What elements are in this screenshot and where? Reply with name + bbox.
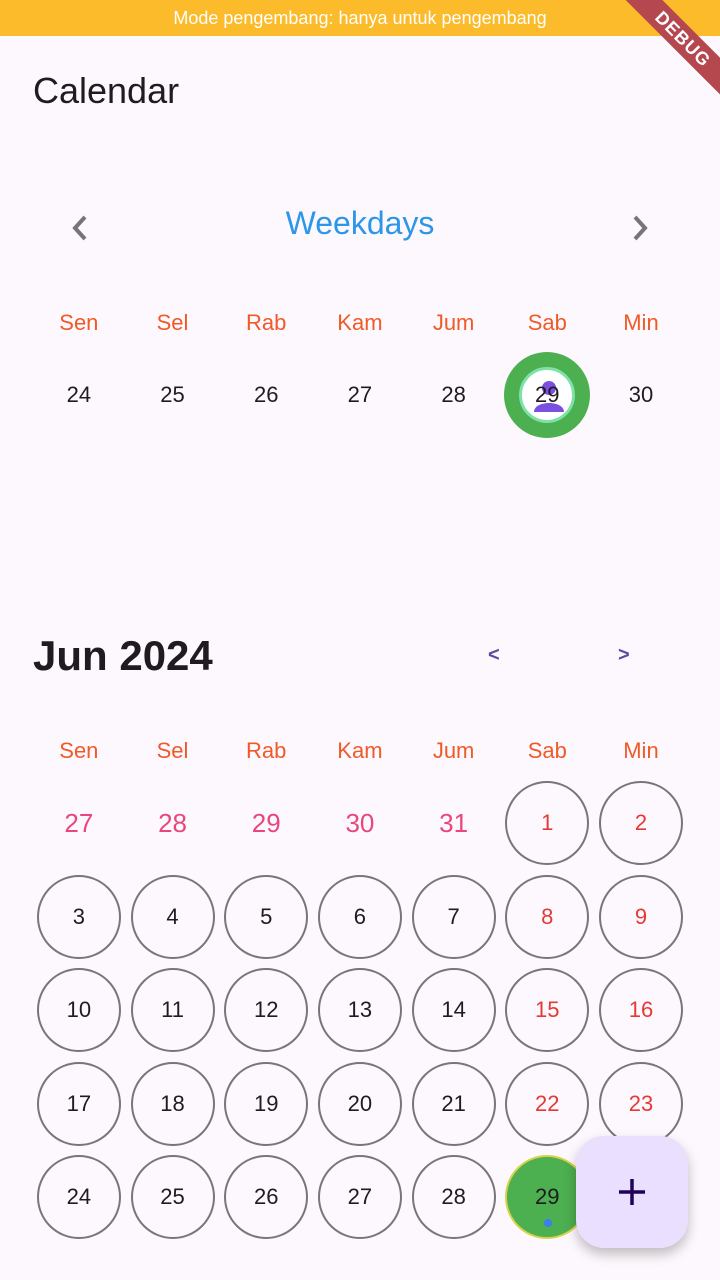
week-day[interactable]: 28 [407,348,501,442]
calendar-day[interactable]: 12 [224,968,309,1052]
week-dates: 24 25 26 27 28 29 30 [32,348,688,442]
calendar-day[interactable]: 24 [36,1155,121,1239]
month-week-row: 17 18 19 20 21 22 23 [32,1057,688,1151]
calendar-day[interactable]: 4 [130,875,215,959]
calendar-day[interactable]: 22 [505,1062,590,1146]
calendar-day[interactable]: 2 [598,781,683,865]
page-title: Calendar [33,70,180,111]
month-title: Jun 2024 [33,632,213,679]
calendar-day[interactable]: 23 [598,1062,683,1146]
calendar-day[interactable]: 6 [317,875,402,959]
calendar-day[interactable]: 1 [505,781,590,865]
calendar-day[interactable]: 19 [224,1062,309,1146]
event-dot [544,1219,553,1227]
month-week-row: 27 28 29 30 31 1 2 [32,776,688,870]
dev-mode-bar: Mode pengembang: hanya untuk pengembang [0,0,720,36]
add-button[interactable] [576,1136,688,1248]
calendar-day[interactable]: 11 [130,968,215,1052]
prev-month-day[interactable]: 27 [32,776,126,870]
selected-day-number: 29 [535,1184,560,1209]
month-week-row: 3 4 5 6 7 8 9 [32,870,688,964]
month-week-row: 10 11 12 13 14 15 16 [32,963,688,1057]
calendar-day[interactable]: 3 [36,875,121,959]
prev-month-day[interactable]: 29 [219,776,313,870]
week-day[interactable]: 27 [313,348,407,442]
week-next-button[interactable] [620,208,660,248]
week-day[interactable]: 24 [32,348,126,442]
calendar-day[interactable]: 13 [317,968,402,1052]
dev-mode-text: Mode pengembang: hanya untuk pengembang [173,7,547,28]
chevron-right-icon [633,215,648,241]
week-day-today[interactable]: 29 [500,348,594,442]
calendar-day[interactable]: 25 [130,1155,215,1239]
calendar-day[interactable]: 18 [130,1062,215,1146]
prev-month-day[interactable]: 31 [407,776,501,870]
calendar-day[interactable]: 7 [411,875,496,959]
calendar-day[interactable]: 16 [598,968,683,1052]
month-prev-button[interactable]: < [488,644,500,667]
calendar-day[interactable]: 27 [317,1155,402,1239]
week-day[interactable]: 25 [126,348,220,442]
prev-month-day[interactable]: 28 [126,776,220,870]
prev-month-day[interactable]: 30 [313,776,407,870]
calendar-day[interactable]: 5 [224,875,309,959]
calendar-day[interactable]: 14 [411,968,496,1052]
calendar-day[interactable]: 21 [411,1062,496,1146]
today-inner-circle: 29 [519,367,576,423]
plus-icon [619,1179,645,1205]
week-day[interactable]: 26 [219,348,313,442]
month-next-button[interactable]: > [618,644,630,667]
calendar-day[interactable]: 9 [598,875,683,959]
calendar-day[interactable]: 28 [411,1155,496,1239]
today-marker: 29 [504,352,591,438]
calendar-day[interactable]: 8 [505,875,590,959]
calendar-day[interactable]: 26 [224,1155,309,1239]
calendar-day[interactable]: 10 [36,968,121,1052]
calendar-day[interactable]: 17 [36,1062,121,1146]
calendar-day[interactable]: 15 [505,968,590,1052]
week-title: Weekdays [285,205,435,241]
week-day-number: 29 [535,382,560,407]
calendar-day[interactable]: 20 [317,1062,402,1146]
week-day[interactable]: 30 [594,348,688,442]
